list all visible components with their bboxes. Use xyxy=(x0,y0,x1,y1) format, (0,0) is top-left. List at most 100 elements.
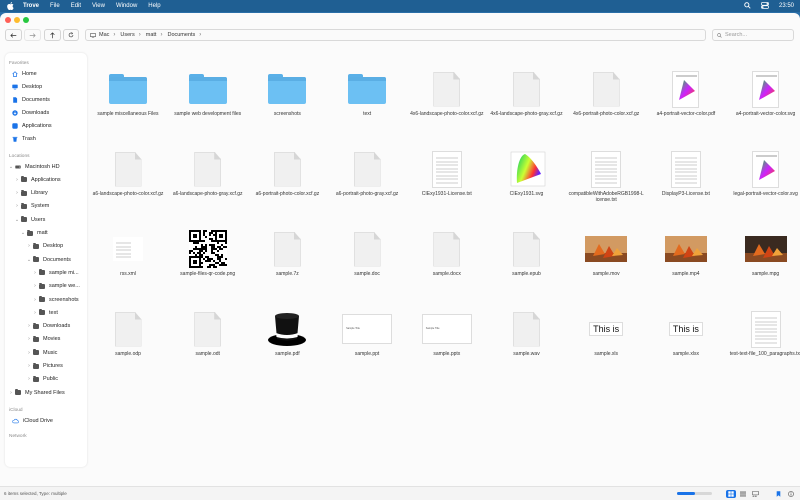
chevron-right-icon[interactable]: › xyxy=(26,376,32,382)
file-item[interactable]: a6-landscape-photo-color.xcf.gz xyxy=(90,149,166,197)
path-crumb-users[interactable]: Users xyxy=(120,32,134,38)
chevron-right-icon[interactable]: › xyxy=(32,270,38,276)
folder-item[interactable]: sample web development files xyxy=(170,69,246,117)
file-item[interactable]: sample-files-qr-code.png xyxy=(170,229,246,277)
file-item[interactable]: CIExy1931-License.txt xyxy=(409,149,485,197)
sidebar-location-item[interactable]: ⌄ Documents xyxy=(5,254,87,265)
menu-file[interactable]: File xyxy=(50,3,60,9)
sidebar-location-item[interactable]: › Public xyxy=(5,374,87,385)
file-item[interactable]: This is sample.xlsx xyxy=(648,309,724,357)
chevron-right-icon[interactable]: › xyxy=(14,177,20,183)
close-button[interactable] xyxy=(5,17,11,23)
sidebar-item-desktop[interactable]: Desktop xyxy=(5,81,87,92)
sidebar-item-icloud-drive[interactable]: iCloud Drive xyxy=(5,415,87,426)
sidebar-item-home[interactable]: Home xyxy=(5,68,87,79)
gallery-view-button[interactable] xyxy=(750,490,760,498)
file-item[interactable]: Sample Title sample.ppt xyxy=(329,309,405,357)
sidebar-location-item[interactable]: › Downloads xyxy=(5,321,87,332)
file-item[interactable]: a4-portrait-vector-color.pdf xyxy=(648,69,724,117)
file-item[interactable]: sample.pdf xyxy=(249,309,325,357)
file-item[interactable]: test-text-file_100_paragraphs.txt xyxy=(728,309,800,357)
file-item[interactable]: CIExy1931.svg xyxy=(489,149,565,197)
chevron-right-icon[interactable]: › xyxy=(26,243,32,249)
chevron-right-icon[interactable]: › xyxy=(14,190,20,196)
chevron-right-icon[interactable]: › xyxy=(26,336,32,342)
chevron-right-icon[interactable]: › xyxy=(32,310,38,316)
chevron-right-icon[interactable]: › xyxy=(26,323,32,329)
file-item[interactable]: a6-portrait-photo-color.xcf.gz xyxy=(249,149,325,197)
sidebar-location-item[interactable]: › Movies xyxy=(5,334,87,345)
sidebar-location-item[interactable]: ⌄ Macintosh HD xyxy=(5,161,87,172)
file-item[interactable]: sample.odt xyxy=(170,309,246,357)
path-crumb-documents[interactable]: Documents xyxy=(167,32,195,38)
path-crumb-mac[interactable]: Mac xyxy=(90,32,109,38)
chevron-down-icon[interactable]: ⌄ xyxy=(20,230,26,236)
file-item[interactable]: sample.wav xyxy=(489,309,565,357)
file-item[interactable]: sample.mp4 xyxy=(648,229,724,277)
icon-view-button[interactable] xyxy=(726,490,736,498)
file-item[interactable]: sample.mpg xyxy=(728,229,800,277)
file-item[interactable]: 4x6-portrait-photo-color.xcf.gz xyxy=(568,69,644,117)
sidebar-location-item[interactable]: › text xyxy=(5,307,87,318)
sidebar-location-item[interactable]: › sample mi... xyxy=(5,267,87,278)
sidebar-location-item[interactable]: › Applications xyxy=(5,174,87,185)
chevron-right-icon[interactable]: › xyxy=(32,297,38,303)
path-bar[interactable]: Mac › Users › matt › Documents › xyxy=(85,29,706,41)
bookmark-button[interactable] xyxy=(773,490,783,498)
sidebar-item-trash[interactable]: Trash xyxy=(5,133,87,144)
sidebar-location-item[interactable]: › Desktop xyxy=(5,241,87,252)
file-item[interactable]: This is sample.xls xyxy=(568,309,644,357)
menu-view[interactable]: View xyxy=(92,3,105,9)
forward-button[interactable] xyxy=(24,29,41,41)
chevron-down-icon[interactable]: ⌄ xyxy=(14,217,20,223)
search-field[interactable] xyxy=(712,29,794,41)
file-item[interactable]: Sample Title sample.pptx xyxy=(409,309,485,357)
file-item[interactable]: sample.odp xyxy=(90,309,166,357)
list-view-button[interactable] xyxy=(738,490,748,498)
info-button[interactable] xyxy=(786,490,796,498)
file-item[interactable]: rss.xml xyxy=(90,229,166,277)
path-crumb-matt[interactable]: matt xyxy=(146,32,157,38)
folder-item[interactable]: text xyxy=(329,69,405,117)
search-input[interactable] xyxy=(725,32,790,38)
file-item[interactable]: a6-landscape-photo-gray.xcf.gz xyxy=(170,149,246,197)
file-item[interactable]: sample.mov xyxy=(568,229,644,277)
chevron-right-icon[interactable]: › xyxy=(32,283,38,289)
zoom-slider[interactable] xyxy=(677,492,712,495)
chevron-down-icon[interactable]: ⌄ xyxy=(26,257,32,263)
file-item[interactable]: sample.doc xyxy=(329,229,405,277)
chevron-right-icon[interactable]: › xyxy=(8,390,14,396)
chevron-right-icon[interactable]: › xyxy=(26,350,32,356)
file-item[interactable]: 4x6-landscape-photo-color.xcf.gz xyxy=(409,69,485,117)
sidebar-location-item[interactable]: › sample we... xyxy=(5,281,87,292)
sidebar-item-downloads[interactable]: Downloads xyxy=(5,107,87,118)
minimize-button[interactable] xyxy=(14,17,20,23)
file-item[interactable]: DisplayP3-License.txt xyxy=(648,149,724,197)
sidebar-location-item[interactable]: › Music xyxy=(5,347,87,358)
sidebar-location-item[interactable]: › Library xyxy=(5,188,87,199)
back-button[interactable] xyxy=(5,29,22,41)
folder-item[interactable]: screenshots xyxy=(249,69,325,117)
apple-logo-icon[interactable] xyxy=(7,2,15,10)
sidebar-location-item[interactable]: ⌄ matt xyxy=(5,228,87,239)
control-center-icon[interactable] xyxy=(760,1,769,11)
sidebar-location-item[interactable]: › Pictures xyxy=(5,361,87,372)
sidebar-location-item[interactable]: › My Shared Files xyxy=(5,387,87,398)
sidebar-item-applications[interactable]: Applications xyxy=(5,120,87,131)
file-item[interactable]: compatibleWithAdobeRGB1998-License.txt xyxy=(568,149,644,203)
menu-help[interactable]: Help xyxy=(148,3,160,9)
up-button[interactable] xyxy=(44,29,61,41)
file-item[interactable]: 4x6-landscape-photo-gray.xcf.gz xyxy=(489,69,565,117)
sidebar-location-item[interactable]: ⌄ Users xyxy=(5,214,87,225)
chevron-right-icon[interactable]: › xyxy=(26,363,32,369)
sidebar-location-item[interactable]: › screenshots xyxy=(5,294,87,305)
file-item[interactable]: sample.epub xyxy=(489,229,565,277)
file-item[interactable]: a6-portrait-photo-gray.xcf.gz xyxy=(329,149,405,197)
folder-item[interactable]: sample miscellaneous Files xyxy=(90,69,166,117)
spotlight-search-icon[interactable] xyxy=(744,1,751,11)
chevron-down-icon[interactable]: ⌄ xyxy=(8,164,14,170)
file-item[interactable]: legal-portrait-vector-color.svg xyxy=(728,149,800,197)
file-item[interactable]: a4-portrait-vector-color.svg xyxy=(728,69,800,117)
file-item[interactable]: sample.7z xyxy=(249,229,325,277)
refresh-button[interactable] xyxy=(63,29,79,41)
